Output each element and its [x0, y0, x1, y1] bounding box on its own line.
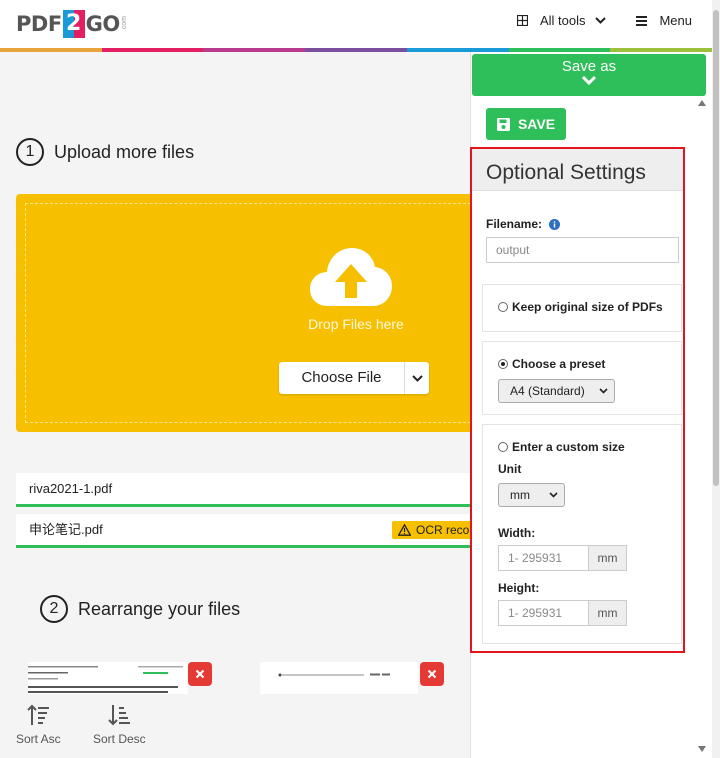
document-preview-icon — [278, 673, 390, 677]
page-thumbnail[interactable] — [28, 662, 188, 694]
sort-asc-label: Sort Asc — [16, 732, 61, 746]
choose-file-button[interactable]: Choose File — [279, 362, 405, 394]
ocr-badge[interactable]: OCR recor — [392, 521, 480, 539]
stripe-segment — [0, 48, 102, 52]
stripe-segment — [203, 48, 306, 52]
step-upload-more-files: 1 Upload more files — [16, 138, 194, 166]
floppy-disk-icon — [496, 117, 510, 131]
site-header: PDF 2 GO .com All tools Menu — [0, 0, 712, 48]
file-item[interactable]: 申论笔记.pdf OCR recor — [16, 514, 486, 548]
chevron-down-icon — [595, 17, 607, 24]
warning-icon — [398, 524, 411, 536]
step-number: 1 — [16, 138, 44, 166]
sort-toolbar: Sort Asc Sort Desc — [0, 694, 470, 758]
document-preview-icon — [28, 666, 183, 693]
file-item[interactable]: riva2021-1.pdf — [16, 473, 486, 507]
ocr-badge-text: OCR recor — [416, 523, 474, 537]
choose-file-button-group: Choose File — [279, 362, 429, 394]
scroll-up-arrow-icon[interactable] — [698, 100, 706, 106]
close-icon — [427, 669, 437, 679]
page-scrollbar[interactable] — [712, 0, 720, 758]
logo-com-text: .com — [120, 16, 128, 32]
save-as-toggle[interactable]: Save as — [472, 54, 706, 96]
top-nav: All tools Menu — [499, 13, 692, 28]
file-dropzone[interactable]: Drop Files here Choose File — [16, 194, 486, 432]
sort-ascending-icon — [27, 704, 50, 725]
menu-button[interactable]: Menu — [636, 13, 692, 28]
step-title: Upload more files — [54, 141, 195, 162]
sort-descending-icon — [108, 705, 131, 726]
sort-desc-button[interactable]: Sort Desc — [93, 704, 146, 746]
pdf2go-logo[interactable]: PDF 2 GO .com — [16, 9, 128, 39]
cloud-upload-icon — [310, 248, 392, 306]
file-name: 申论笔记.pdf — [29, 522, 103, 537]
save-button-label: SAVE — [517, 116, 556, 132]
drop-files-text: Drop Files here — [308, 316, 404, 332]
scrollbar-thumb[interactable] — [713, 10, 719, 486]
delete-page-button[interactable] — [420, 662, 444, 686]
grid-icon — [516, 15, 528, 26]
step-title: Rearrange your files — [78, 598, 241, 619]
chevron-down-icon — [411, 374, 423, 382]
logo-2-block: 2 — [62, 10, 85, 38]
choose-file-dropdown-toggle[interactable] — [405, 362, 429, 394]
hamburger-icon — [636, 15, 648, 26]
menu-label: Menu — [659, 13, 692, 28]
chevron-down-icon — [581, 75, 597, 85]
save-as-label: Save as — [561, 58, 617, 75]
stripe-segment — [101, 48, 204, 52]
highlight-box — [470, 147, 685, 653]
all-tools-dropdown[interactable]: All tools — [516, 13, 619, 28]
all-tools-label: All tools — [539, 13, 586, 28]
sort-desc-label: Sort Desc — [93, 732, 146, 746]
logo-go-text: GO — [85, 12, 121, 36]
close-icon — [195, 669, 205, 679]
step-rearrange-files: 2 Rearrange your files — [40, 595, 240, 623]
page-thumbnail[interactable] — [260, 662, 418, 694]
stripe-segment — [305, 48, 407, 52]
save-button[interactable]: SAVE — [486, 108, 566, 140]
step-number: 2 — [40, 595, 68, 623]
file-name: riva2021-1.pdf — [29, 481, 113, 496]
delete-page-button[interactable] — [188, 662, 212, 686]
sort-asc-button[interactable]: Sort Asc — [16, 704, 61, 746]
scroll-down-arrow-icon[interactable] — [698, 746, 706, 752]
logo-pdf-text: PDF — [16, 12, 62, 36]
logo-2-text: 2 — [66, 11, 82, 36]
